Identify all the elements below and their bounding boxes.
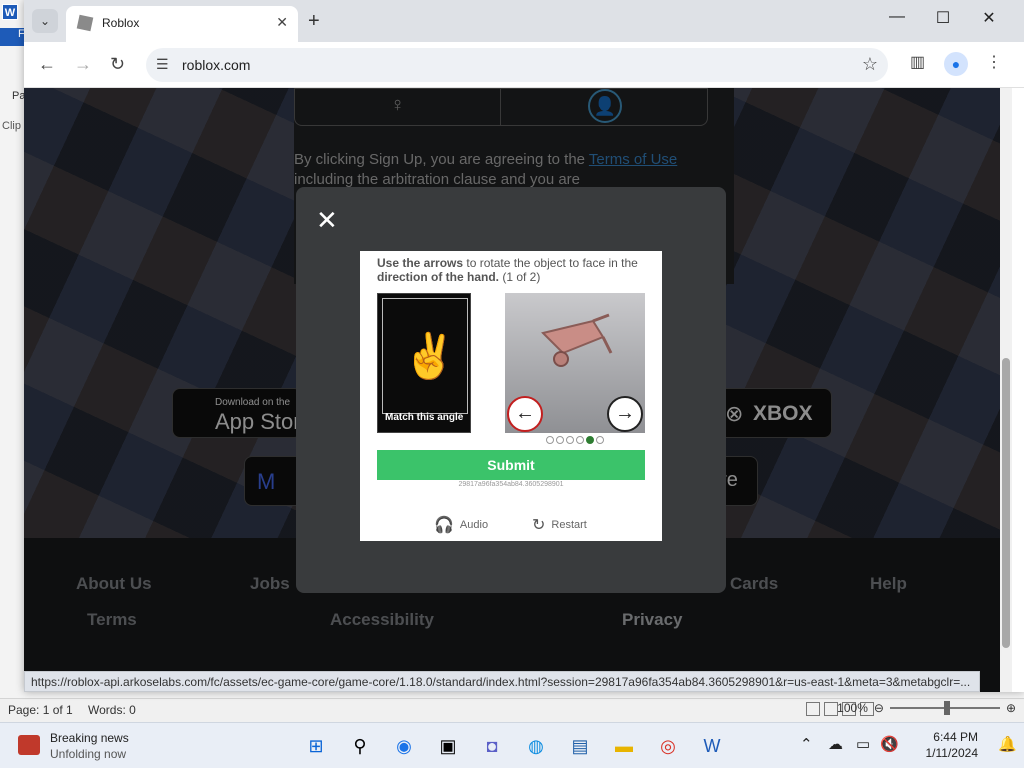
site-info-icon[interactable]: ☰ [156, 56, 169, 73]
captcha-instruction: Use the arrows to rotate the object to f… [377, 256, 649, 284]
back-icon[interactable]: ← [38, 54, 56, 75]
rotatable-object-image: ← → [505, 293, 645, 433]
word-zoom[interactable]: 100% ⊖ ⊕ [837, 701, 1016, 715]
progress-dot [566, 436, 574, 444]
search-icon[interactable]: ⚲ [344, 730, 376, 762]
page-viewport: ♀ 👤 By clicking Sign Up, you are agreein… [24, 88, 1000, 692]
target-hand-image: ✌ Match this angle [377, 293, 471, 433]
copilot-pre-icon[interactable]: ◉ [388, 730, 420, 762]
submit-button[interactable]: Submit [377, 450, 645, 480]
word-icon[interactable]: W [2, 4, 18, 20]
close-window-icon[interactable]: ✕ [966, 8, 1012, 28]
zoom-slider[interactable] [889, 701, 1000, 715]
system-tray: ⌃ ☁ ▭ 🔇 6:44 PM 1/11/2024 🔔 [794, 723, 1024, 768]
word-zoom-value[interactable]: 100% [837, 701, 868, 715]
chrome-icon[interactable]: ◎ [652, 730, 684, 762]
hand-pointing-icon: ✌ [402, 332, 457, 381]
progress-dot [556, 436, 564, 444]
clock-date: 1/11/2024 [925, 746, 979, 760]
instr-part-3: to face in the [565, 256, 638, 270]
menu-kebab-icon[interactable]: ⋮ [986, 52, 1002, 72]
taskbar-apps: ⊞ ⚲ ◉ ▣ ◘ ◍ ▤ ▬ ◎ W [300, 730, 728, 762]
task-view-icon[interactable]: ▣ [432, 730, 464, 762]
restart-button[interactable]: ↻ Restart [532, 515, 587, 535]
captcha-modal: ✕ Use the arrows to rotate the object to… [296, 187, 726, 593]
file-explorer-icon[interactable]: ▬ [608, 730, 640, 762]
tray-chevron-icon[interactable]: ⌃ [800, 735, 813, 753]
scroll-thumb[interactable] [1002, 358, 1010, 648]
teams-chat-icon[interactable]: ◘ [476, 730, 508, 762]
link-status-url: https://roblox-api.arkoselabs.com/fc/ass… [24, 671, 980, 692]
close-tab-icon[interactable]: ✕ [276, 14, 288, 31]
word-clipboard-label: Clip [2, 120, 21, 132]
onedrive-icon[interactable]: ☁ [828, 735, 843, 753]
page-scrollbar[interactable] [1000, 88, 1012, 692]
store-icon[interactable]: ▤ [564, 730, 596, 762]
wheelbarrow-icon [541, 313, 613, 367]
url-text[interactable]: roblox.com [182, 57, 250, 73]
progress-dot-active [586, 436, 594, 444]
windows-taskbar: Breaking news Unfolding now ⊞ ⚲ ◉ ▣ ◘ ◍ … [0, 722, 1024, 768]
forward-icon[interactable]: → [74, 54, 92, 75]
audio-label: Audio [459, 518, 489, 531]
audio-button[interactable]: 🎧 Audio [434, 515, 488, 535]
minimize-icon[interactable]: — [874, 8, 920, 26]
word-word-count[interactable]: Words: 0 [88, 703, 136, 717]
instr-part-1: Use the arrows [377, 256, 464, 270]
news-title: Breaking news [50, 731, 129, 745]
edge-icon[interactable]: ◍ [520, 730, 552, 762]
captcha-challenge: Use the arrows to rotate the object to f… [360, 251, 662, 541]
instr-part-2: to rotate the object [463, 256, 566, 270]
browser-window: ⌄ Roblox ✕ + — ☐ ✕ ← → ↻ ☰ roblox.com ☆ … [24, 0, 1024, 692]
restart-label: Restart [551, 518, 587, 531]
word-file-tab[interactable]: F [0, 28, 26, 46]
close-icon[interactable]: ✕ [316, 205, 338, 236]
clock-time: 6:44 PM [933, 730, 978, 744]
progress-dot [576, 436, 584, 444]
zoom-out-icon[interactable]: ⊖ [874, 701, 884, 715]
session-id: 29817a96fa354ab84.3605298901 [458, 481, 564, 488]
headphones-icon: 🎧 [434, 517, 454, 534]
reload-icon[interactable]: ↻ [110, 54, 125, 75]
match-caption: Match this angle [385, 412, 464, 423]
news-icon [18, 735, 40, 755]
progress-dot [596, 436, 604, 444]
progress-dot [546, 436, 554, 444]
tab-title: Roblox [102, 16, 140, 30]
word-status-bar: Page: 1 of 1 Words: 0 100% ⊖ ⊕ [0, 698, 1024, 722]
notification-bell-icon[interactable]: 🔔 [998, 735, 1017, 753]
tab-roblox[interactable]: Roblox ✕ [66, 6, 298, 42]
zoom-in-icon[interactable]: ⊕ [1006, 701, 1016, 715]
restart-icon: ↻ [532, 517, 546, 534]
new-tab-icon[interactable]: + [308, 10, 320, 33]
rotate-right-button[interactable]: → [607, 396, 643, 432]
address-bar[interactable]: ☰ roblox.com ☆ [146, 48, 888, 82]
instr-part-5: (1 of 2) [499, 270, 541, 284]
zoom-thumb[interactable] [943, 701, 950, 715]
clock[interactable]: 6:44 PM 1/11/2024 [926, 729, 979, 761]
tab-search-icon[interactable]: ⌄ [32, 9, 58, 33]
volume-muted-icon[interactable]: 🔇 [880, 735, 899, 753]
maximize-icon[interactable]: ☐ [920, 8, 966, 28]
browser-toolbar: ← → ↻ ☰ roblox.com ☆ ▥ ● ⋮ [24, 42, 1024, 88]
word-taskbar-icon[interactable]: W [696, 730, 728, 762]
word-page-count[interactable]: Page: 1 of 1 [8, 703, 73, 717]
profile-avatar-icon[interactable]: ● [944, 52, 968, 76]
instr-part-4: direction of the hand. [377, 270, 499, 284]
start-icon[interactable]: ⊞ [300, 730, 332, 762]
tab-strip: ⌄ Roblox ✕ + — ☐ ✕ [24, 0, 1024, 42]
progress-dots [546, 436, 604, 444]
roblox-favicon-icon [76, 14, 94, 32]
display-icon[interactable]: ▭ [856, 735, 870, 753]
bookmark-star-icon[interactable]: ☆ [862, 54, 878, 75]
news-subtitle: Unfolding now [50, 747, 127, 761]
rotate-left-button[interactable]: ← [507, 396, 543, 432]
side-panel-icon[interactable]: ▥ [910, 52, 925, 72]
